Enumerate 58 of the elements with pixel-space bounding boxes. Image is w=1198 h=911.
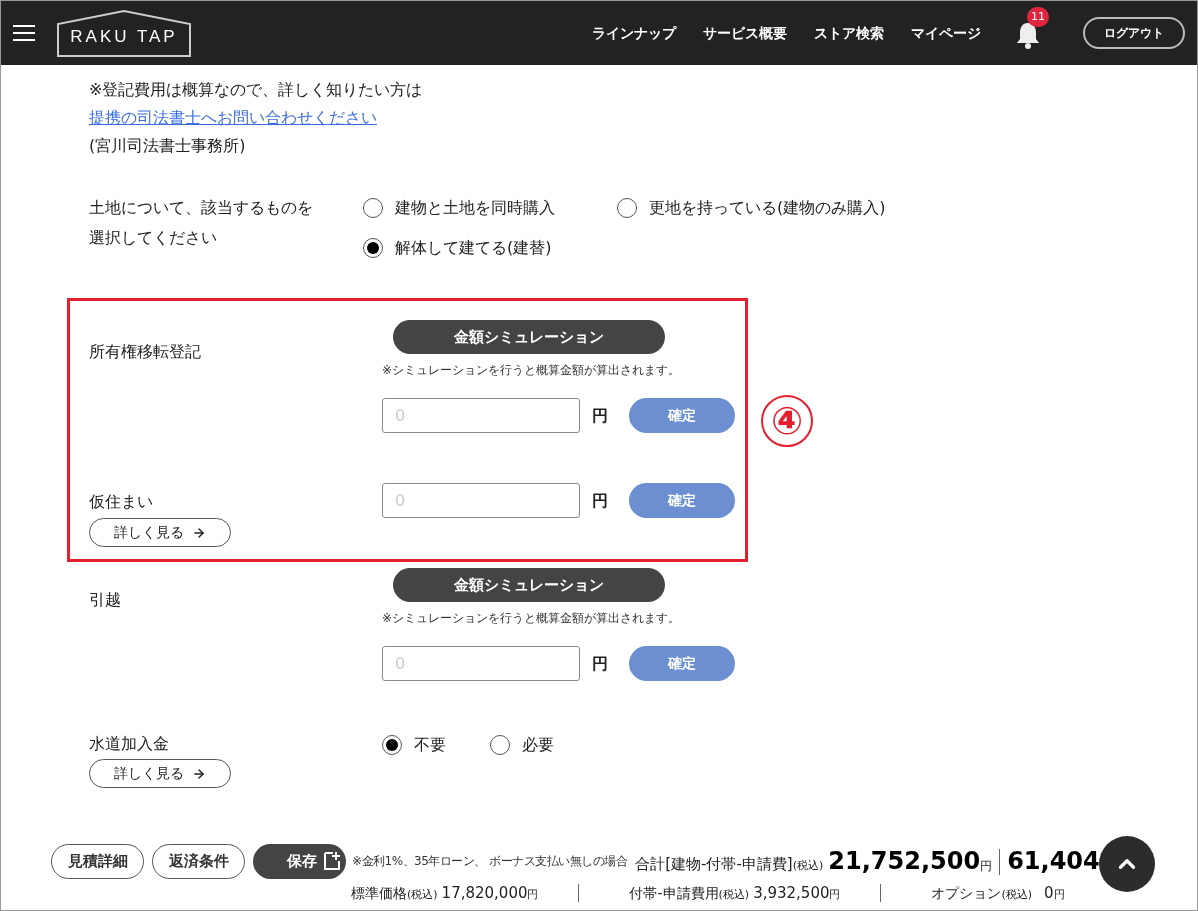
item-label: 引越 bbox=[89, 590, 121, 609]
nav-link[interactable]: マイページ bbox=[911, 22, 981, 44]
nav-link[interactable]: ストア検索 bbox=[814, 22, 884, 44]
unit-label: 円 bbox=[527, 887, 539, 903]
menu-icon[interactable] bbox=[13, 24, 35, 42]
monthly-value: 61,404 bbox=[1007, 847, 1100, 875]
radio-button[interactable] bbox=[363, 238, 383, 258]
breakdown-label: 付帯-申請費用 bbox=[629, 884, 719, 904]
unit-label: 円 bbox=[592, 652, 608, 675]
radio-button[interactable] bbox=[363, 198, 383, 218]
tax-label: (税込) bbox=[407, 886, 438, 903]
nav-link[interactable]: サービス概要 bbox=[703, 22, 787, 44]
unit-label: 円 bbox=[592, 489, 608, 512]
contact-link[interactable]: 提携の司法書士へお問い合わせください bbox=[89, 104, 377, 132]
unit-label: 円 bbox=[829, 887, 841, 903]
tax-label: (税込) bbox=[718, 886, 750, 903]
nav-link[interactable]: ラインナップ bbox=[592, 22, 676, 44]
details-button[interactable]: 詳しく見る bbox=[89, 518, 231, 547]
unit-label: 円 bbox=[1053, 886, 1065, 903]
breakdown-value: 0 bbox=[1044, 882, 1054, 904]
radio-label: 解体して建てる(建替) bbox=[395, 237, 552, 259]
land-question: 土地について、該当するものを選択してください bbox=[89, 197, 314, 249]
radio-button[interactable] bbox=[382, 735, 402, 755]
bell-icon[interactable] bbox=[1015, 21, 1041, 49]
item-label: 仮住まい bbox=[89, 491, 153, 513]
total-label: 合計[建物-付帯-申請費] bbox=[635, 853, 793, 875]
notification-badge: 11 bbox=[1027, 7, 1049, 27]
tax-label: (税込) bbox=[1001, 886, 1033, 903]
simulation-button[interactable]: 金額シミュレーション bbox=[393, 568, 665, 602]
loan-note: ※金利1%、35年ローン、 ボーナス支払い無しの場合 bbox=[352, 853, 628, 870]
simulation-note: ※シミュレーションを行うと概算金額が算出されます。 bbox=[382, 610, 682, 627]
annotation-number: ④ bbox=[761, 395, 813, 447]
tax-label: (税込) bbox=[792, 858, 824, 874]
radio-label: 不要 bbox=[414, 734, 446, 756]
add-page-icon bbox=[323, 851, 341, 871]
save-button[interactable]: 保存 bbox=[253, 843, 346, 879]
unit-label: 円 bbox=[592, 404, 608, 427]
unit-label: 円 bbox=[980, 858, 993, 875]
scroll-top-button[interactable] bbox=[1099, 836, 1155, 892]
total-value: 21,752,500 bbox=[828, 847, 981, 875]
radio-label: 建物と土地を同時購入 bbox=[395, 197, 555, 219]
radio-label: 必要 bbox=[522, 734, 554, 756]
logout-button[interactable]: ログアウト bbox=[1083, 17, 1185, 49]
logo[interactable]: RAKU TAP bbox=[57, 9, 191, 57]
radio-button[interactable] bbox=[617, 198, 637, 218]
office-name: (宮川司法書士事務所) bbox=[89, 135, 247, 157]
breakdown-value: 17,820,000 bbox=[441, 882, 528, 904]
notice-text: ※登記費用は概算なので、詳しく知りたい方は bbox=[89, 79, 424, 101]
simulation-note: ※シミュレーションを行うと概算金額が算出されます。 bbox=[382, 362, 682, 379]
radio-label: 更地を持っている(建物のみ購入) bbox=[649, 197, 886, 219]
simulation-button[interactable]: 金額シミュレーション bbox=[393, 320, 665, 354]
breakdown-value: 3,932,500 bbox=[753, 882, 830, 904]
details-button[interactable]: 詳しく見る bbox=[89, 759, 231, 788]
breakdown-label: 標準価格 bbox=[351, 884, 407, 904]
item-label: 水道加入金 bbox=[89, 733, 169, 755]
item-label: 所有権移転登記 bbox=[89, 342, 201, 361]
radio-button[interactable] bbox=[490, 735, 510, 755]
breakdown-label: オプション bbox=[931, 884, 1002, 904]
